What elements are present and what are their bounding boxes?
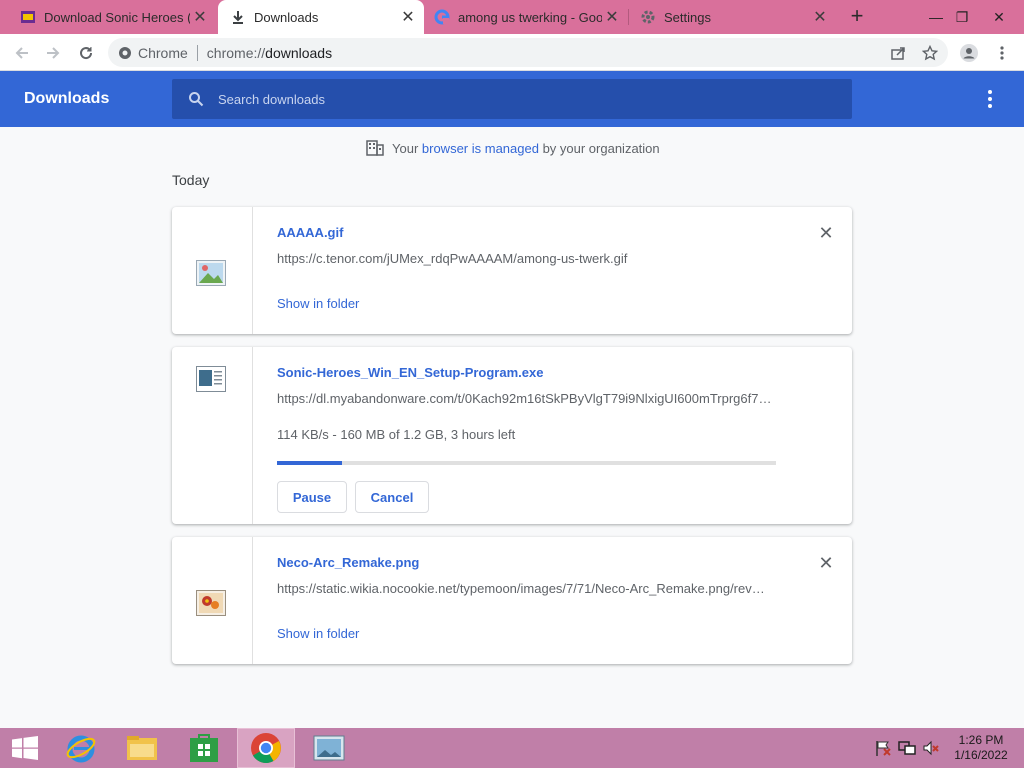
managed-prefix: Your: [392, 140, 422, 156]
forward-icon[interactable]: [40, 40, 66, 66]
search-icon: [188, 91, 204, 107]
image-file-icon: [196, 590, 226, 616]
file-icon-column: [172, 207, 253, 334]
tab-title: among us twerking - Goog: [458, 9, 602, 25]
tab-close-icon[interactable]: ✕: [602, 7, 622, 27]
tab-downloads[interactable]: Downloads ✕: [218, 0, 424, 34]
chrome-logo-icon: [118, 46, 132, 60]
tab-title: Downloads: [254, 9, 319, 25]
site-label: Chrome: [138, 44, 188, 61]
restore-icon[interactable]: ❐: [945, 0, 979, 34]
pause-button[interactable]: Pause: [277, 481, 347, 513]
download-item: AAAAA.gif https://c.tenor.com/jUMex_rdqP…: [172, 207, 852, 334]
file-name-link[interactable]: Neco-Arc_Remake.png: [277, 555, 419, 570]
file-icon-column: [172, 347, 253, 524]
google-icon: [434, 9, 450, 25]
file-icon-column: [172, 537, 253, 664]
image-file-icon: [196, 260, 226, 286]
file-name-link[interactable]: Sonic-Heroes_Win_EN_Setup-Program.exe: [277, 365, 543, 380]
new-tab-button[interactable]: +: [845, 5, 869, 29]
search-input[interactable]: [218, 91, 778, 107]
network-icon[interactable]: [898, 740, 916, 756]
gear-icon: [640, 9, 656, 25]
executable-file-icon: [196, 366, 226, 392]
chrome-taskbar-icon[interactable]: [237, 728, 295, 768]
volume-muted-icon[interactable]: [922, 740, 940, 756]
browser-toolbar: Chrome chrome://downloads: [0, 34, 1024, 71]
date-section-label: Today: [172, 172, 210, 188]
internet-explorer-icon[interactable]: [52, 728, 110, 768]
chrome-menu-icon[interactable]: [989, 40, 1015, 66]
clock-date: 1/16/2022: [954, 748, 1008, 762]
download-item: Neco-Arc_Remake.png https://static.wikia…: [172, 537, 852, 664]
download-item: Sonic-Heroes_Win_EN_Setup-Program.exe ht…: [172, 347, 852, 524]
file-name-link[interactable]: AAAAA.gif: [277, 225, 343, 240]
file-url-link[interactable]: https://static.wikia.nocookie.net/typemo…: [277, 581, 777, 596]
cancel-button[interactable]: Cancel: [355, 481, 429, 513]
windows-logo-icon: [12, 736, 38, 760]
tab-title: Download Sonic Heroes (W: [44, 9, 190, 25]
search-bar[interactable]: [172, 79, 852, 119]
address-bar[interactable]: Chrome chrome://downloads: [108, 38, 948, 67]
back-icon[interactable]: [9, 40, 35, 66]
tab-close-icon[interactable]: ✕: [398, 7, 418, 27]
tab-settings[interactable]: Settings ✕: [630, 0, 836, 34]
share-icon[interactable]: [885, 40, 911, 66]
page-title: Downloads: [24, 90, 110, 107]
file-url-link[interactable]: https://c.tenor.com/jUMex_rdqPwAAAAM/amo…: [277, 251, 777, 266]
tab-separator: [628, 9, 629, 25]
download-progress-bar: [277, 461, 776, 465]
action-center-flag-icon[interactable]: [874, 740, 892, 756]
remove-item-close-icon[interactable]: ✕: [816, 553, 836, 573]
tab-strip: Download Sonic Heroes (W ✕ Downloads ✕ a…: [0, 0, 1024, 34]
downloads-header: Downloads: [0, 71, 1024, 127]
managed-suffix: by your organization: [538, 140, 660, 156]
file-explorer-icon[interactable]: [113, 728, 171, 768]
tab-close-icon[interactable]: ✕: [190, 7, 210, 27]
show-in-folder-link[interactable]: Show in folder: [277, 296, 359, 311]
tab-sonic-heroes[interactable]: Download Sonic Heroes (W ✕: [0, 0, 216, 34]
system-clock[interactable]: 1:26 PM 1/16/2022: [946, 733, 1016, 763]
tab-title: Settings: [664, 9, 711, 25]
file-url-link[interactable]: https://dl.myabandonware.com/t/0Kach92m1…: [277, 391, 777, 406]
building-icon: [366, 140, 384, 156]
star-icon[interactable]: [917, 40, 943, 66]
start-button[interactable]: [0, 728, 50, 768]
close-window-icon[interactable]: ✕: [982, 0, 1016, 34]
omnibox-divider: [196, 44, 198, 61]
taskbar: 1:26 PM 1/16/2022: [0, 728, 1024, 768]
store-icon[interactable]: [175, 728, 233, 768]
managed-link[interactable]: browser is managed: [422, 141, 539, 156]
managed-notice: Your browser is managed by your organiza…: [366, 140, 660, 156]
show-in-folder-link[interactable]: Show in folder: [277, 626, 359, 641]
clock-time: 1:26 PM: [958, 733, 1004, 747]
site-favicon-icon: [20, 9, 36, 25]
tab-among-us[interactable]: among us twerking - Goog ✕: [424, 0, 628, 34]
url-host: downloads: [265, 44, 333, 61]
download-icon: [230, 9, 246, 25]
reload-icon[interactable]: [73, 40, 99, 66]
downloads-menu-icon[interactable]: [978, 87, 1002, 111]
url-scheme: chrome://: [206, 44, 266, 61]
tab-close-icon[interactable]: ✕: [810, 7, 830, 27]
progress-fill: [277, 461, 342, 465]
download-status-text: 114 KB/s - 160 MB of 1.2 GB, 3 hours lef…: [277, 427, 516, 442]
photos-taskbar-icon[interactable]: [300, 728, 358, 768]
remove-item-close-icon[interactable]: ✕: [816, 223, 836, 243]
profile-icon[interactable]: [956, 40, 982, 66]
